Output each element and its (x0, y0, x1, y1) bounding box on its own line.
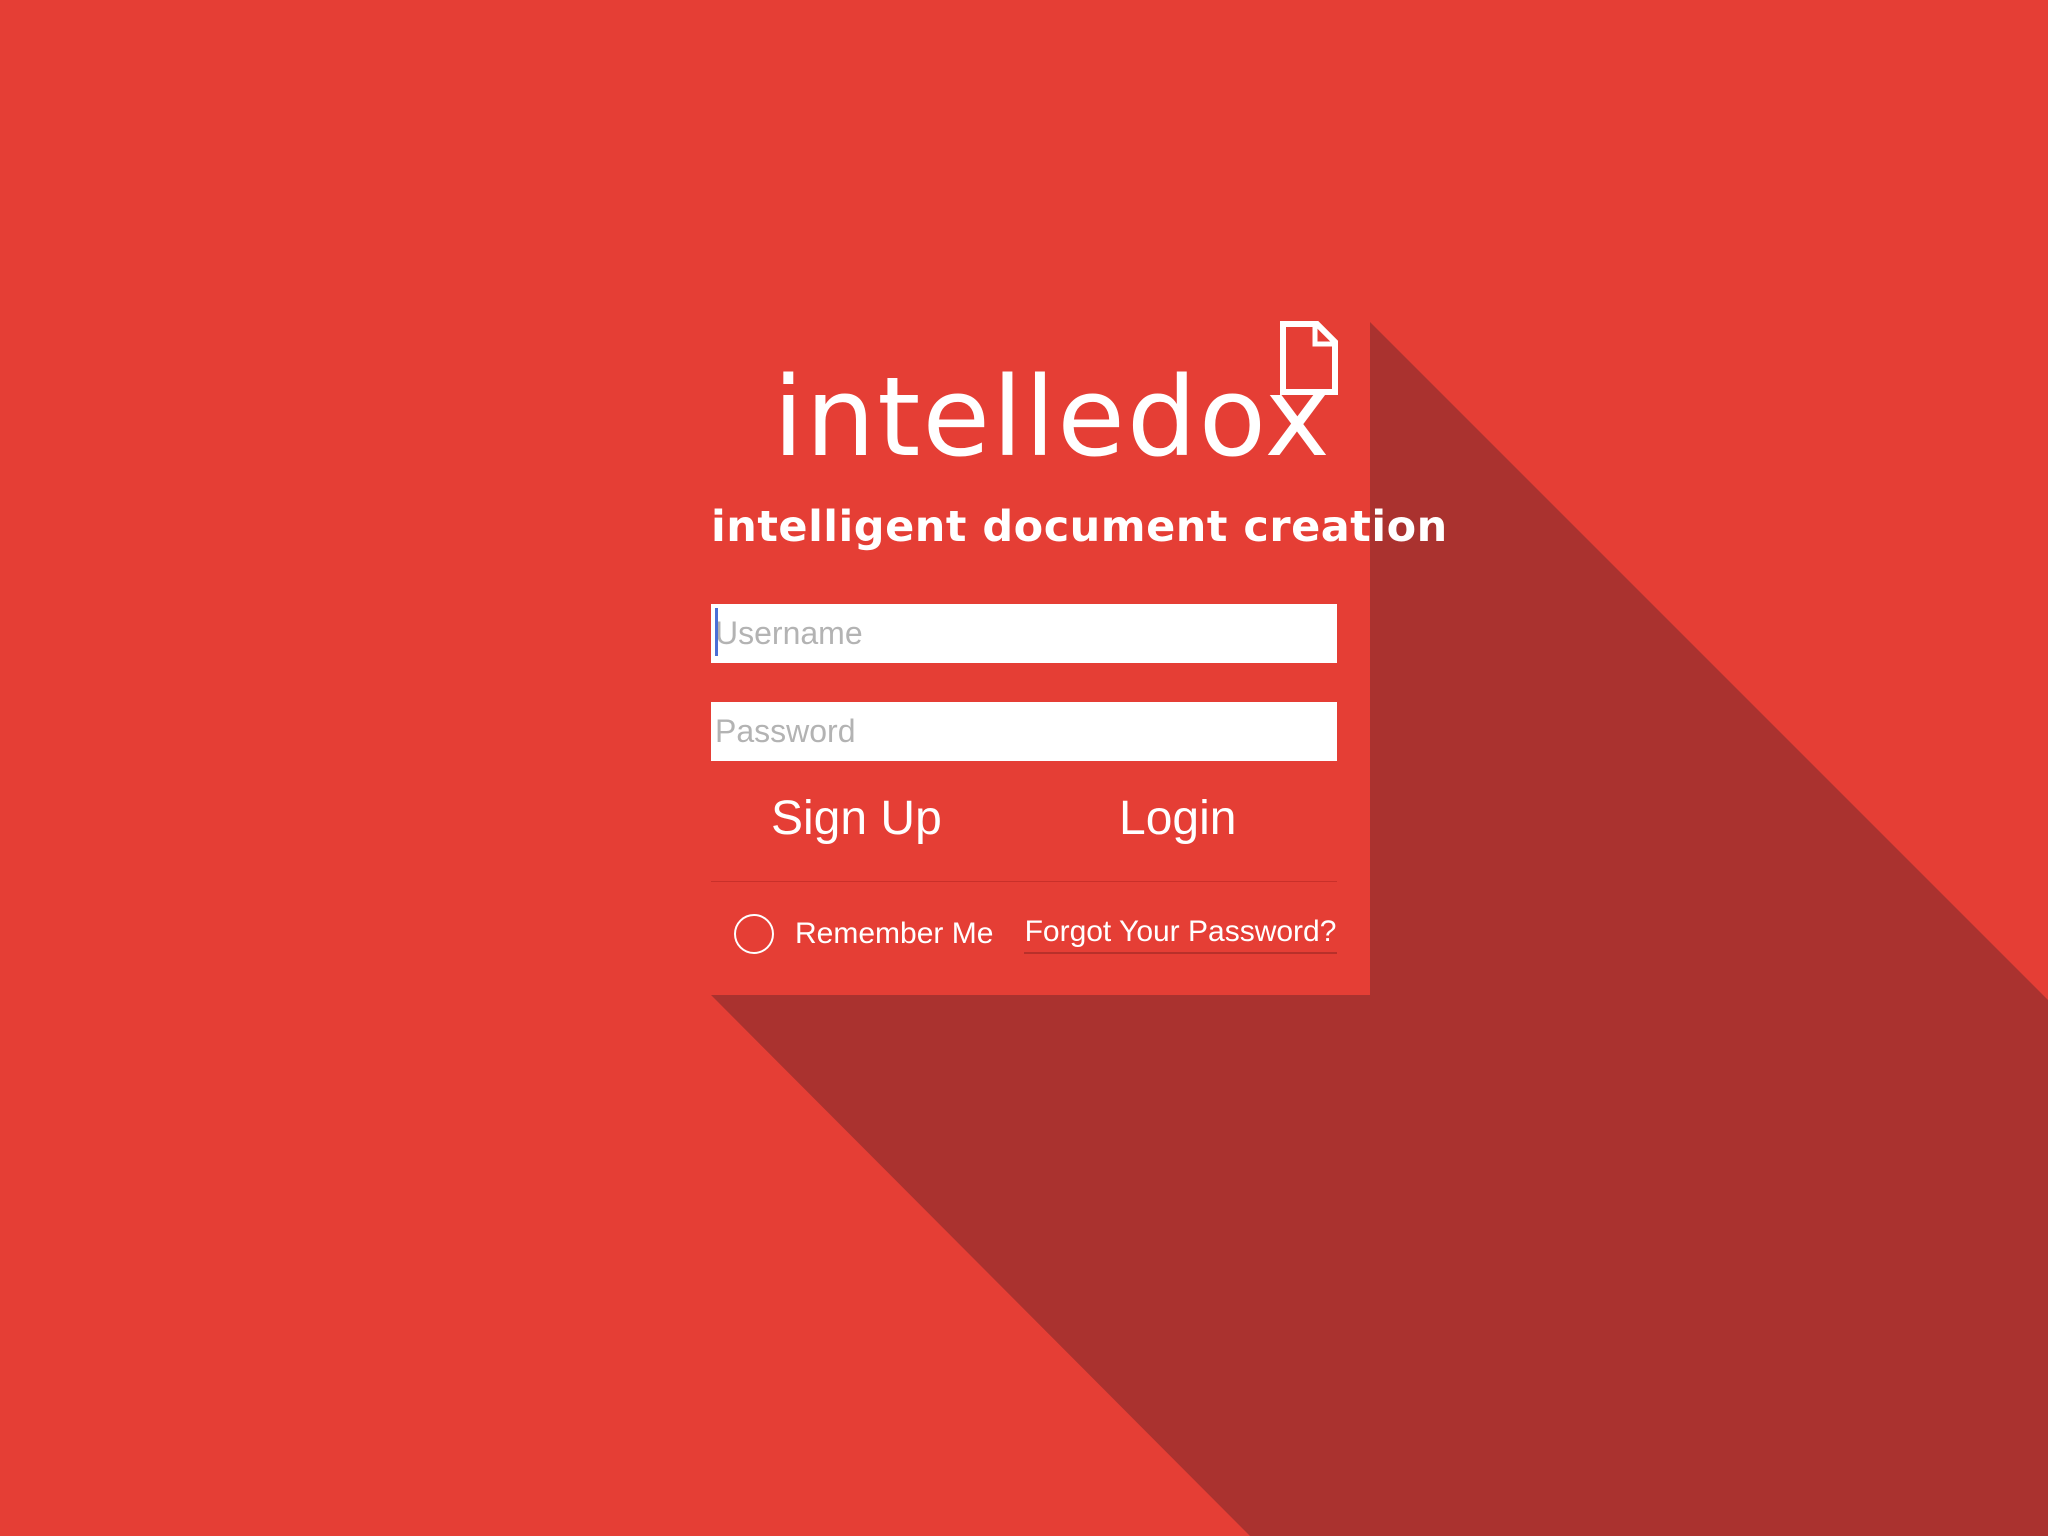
login-button[interactable]: Login (1119, 784, 1279, 854)
username-input[interactable] (711, 604, 1337, 663)
form-divider (711, 881, 1337, 882)
brand-logo: intelledox (773, 353, 1332, 481)
remember-me-label: Remember Me (795, 917, 994, 950)
forgot-password-link[interactable]: Forgot Your Password? (1024, 912, 1337, 954)
remember-me-radio[interactable] (734, 914, 774, 954)
password-input[interactable] (711, 702, 1337, 761)
brand-tagline: intelligent document creation (711, 502, 1448, 552)
sign-up-button[interactable]: Sign Up (771, 784, 961, 854)
document-icon (1280, 321, 1338, 395)
login-screen: intelledox intelligent document creation… (0, 0, 2048, 1536)
text-caret (715, 608, 718, 656)
login-panel: intelledox intelligent document creation… (711, 321, 1448, 995)
